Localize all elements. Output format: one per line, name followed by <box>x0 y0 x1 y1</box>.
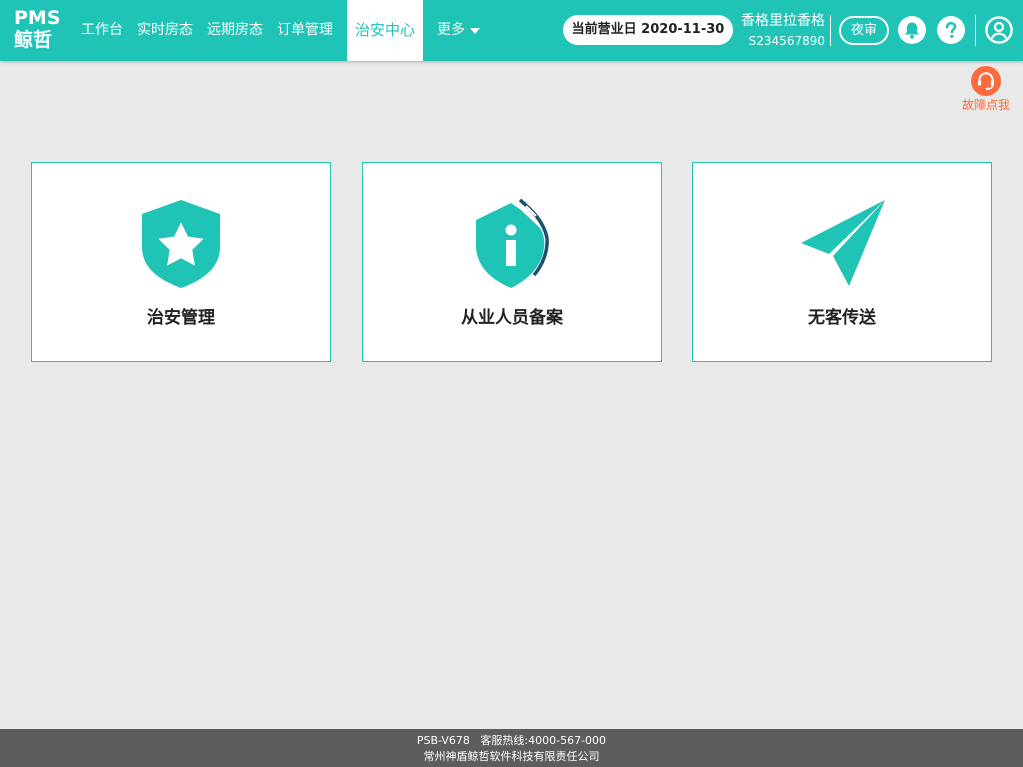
main-nav: 工作台 实时房态 远期房态 订单管理 治安中心 更多 <box>74 0 487 61</box>
nav-item-order-management[interactable]: 订单管理 <box>270 0 340 61</box>
user-avatar-icon[interactable] <box>985 16 1013 44</box>
paper-plane-icon <box>693 198 991 290</box>
logo-text-brand: 鲸哲 <box>14 29 53 51</box>
hotel-code: S234567890 <box>748 34 825 48</box>
fault-report-label: 故障点我 <box>961 98 1010 112</box>
header-divider <box>830 15 831 46</box>
shield-star-icon <box>32 198 330 290</box>
nav-item-realtime-room-status[interactable]: 实时房态 <box>130 0 200 61</box>
footer: PSB-V678 客服热线:4000-567-000 常州神盾鲸哲软件科技有限责… <box>0 729 1023 767</box>
headset-icon <box>971 66 1001 96</box>
header-divider <box>975 15 976 46</box>
business-date-badge: 当前营业日 2020-11-30 <box>563 15 733 45</box>
nav-more-label: 更多 <box>437 22 466 38</box>
card-label: 治安管理 <box>147 308 215 328</box>
nav-item-future-room-status[interactable]: 远期房态 <box>200 0 270 61</box>
card-label: 无客传送 <box>808 308 876 328</box>
fault-report-button[interactable]: 故障点我 <box>958 66 1014 112</box>
top-bar: PMS 鲸哲 工作台 实时房态 远期房态 订单管理 治安中心 更多 当前营业日 … <box>0 0 1023 61</box>
card-no-guest-transmission[interactable]: 无客传送 <box>692 162 992 362</box>
nav-item-security-center[interactable]: 治安中心 <box>347 0 424 61</box>
hotel-info: 香格里拉香格 S234567890 <box>735 12 825 50</box>
logo-text-pms: PMS <box>14 7 61 29</box>
card-label: 从业人员备案 <box>461 308 563 328</box>
card-staff-registration[interactable]: 从业人员备案 <box>362 162 662 362</box>
help-icon[interactable] <box>937 16 965 44</box>
nav-item-workbench[interactable]: 工作台 <box>74 0 130 61</box>
pms-logo[interactable]: PMS 鲸哲 <box>14 7 61 54</box>
footer-version-hotline: PSB-V678 客服热线:4000-567-000 <box>416 734 607 747</box>
caret-down-icon <box>470 27 481 34</box>
card-security-management[interactable]: 治安管理 <box>31 162 331 362</box>
night-audit-button[interactable]: 夜审 <box>839 16 889 45</box>
nav-item-more[interactable]: 更多 <box>423 0 487 61</box>
footer-company: 常州神盾鲸哲软件科技有限责任公司 <box>423 750 600 763</box>
bell-icon[interactable] <box>898 16 926 44</box>
shield-info-icon <box>363 198 661 290</box>
hotel-name: 香格里拉香格 <box>741 13 825 29</box>
